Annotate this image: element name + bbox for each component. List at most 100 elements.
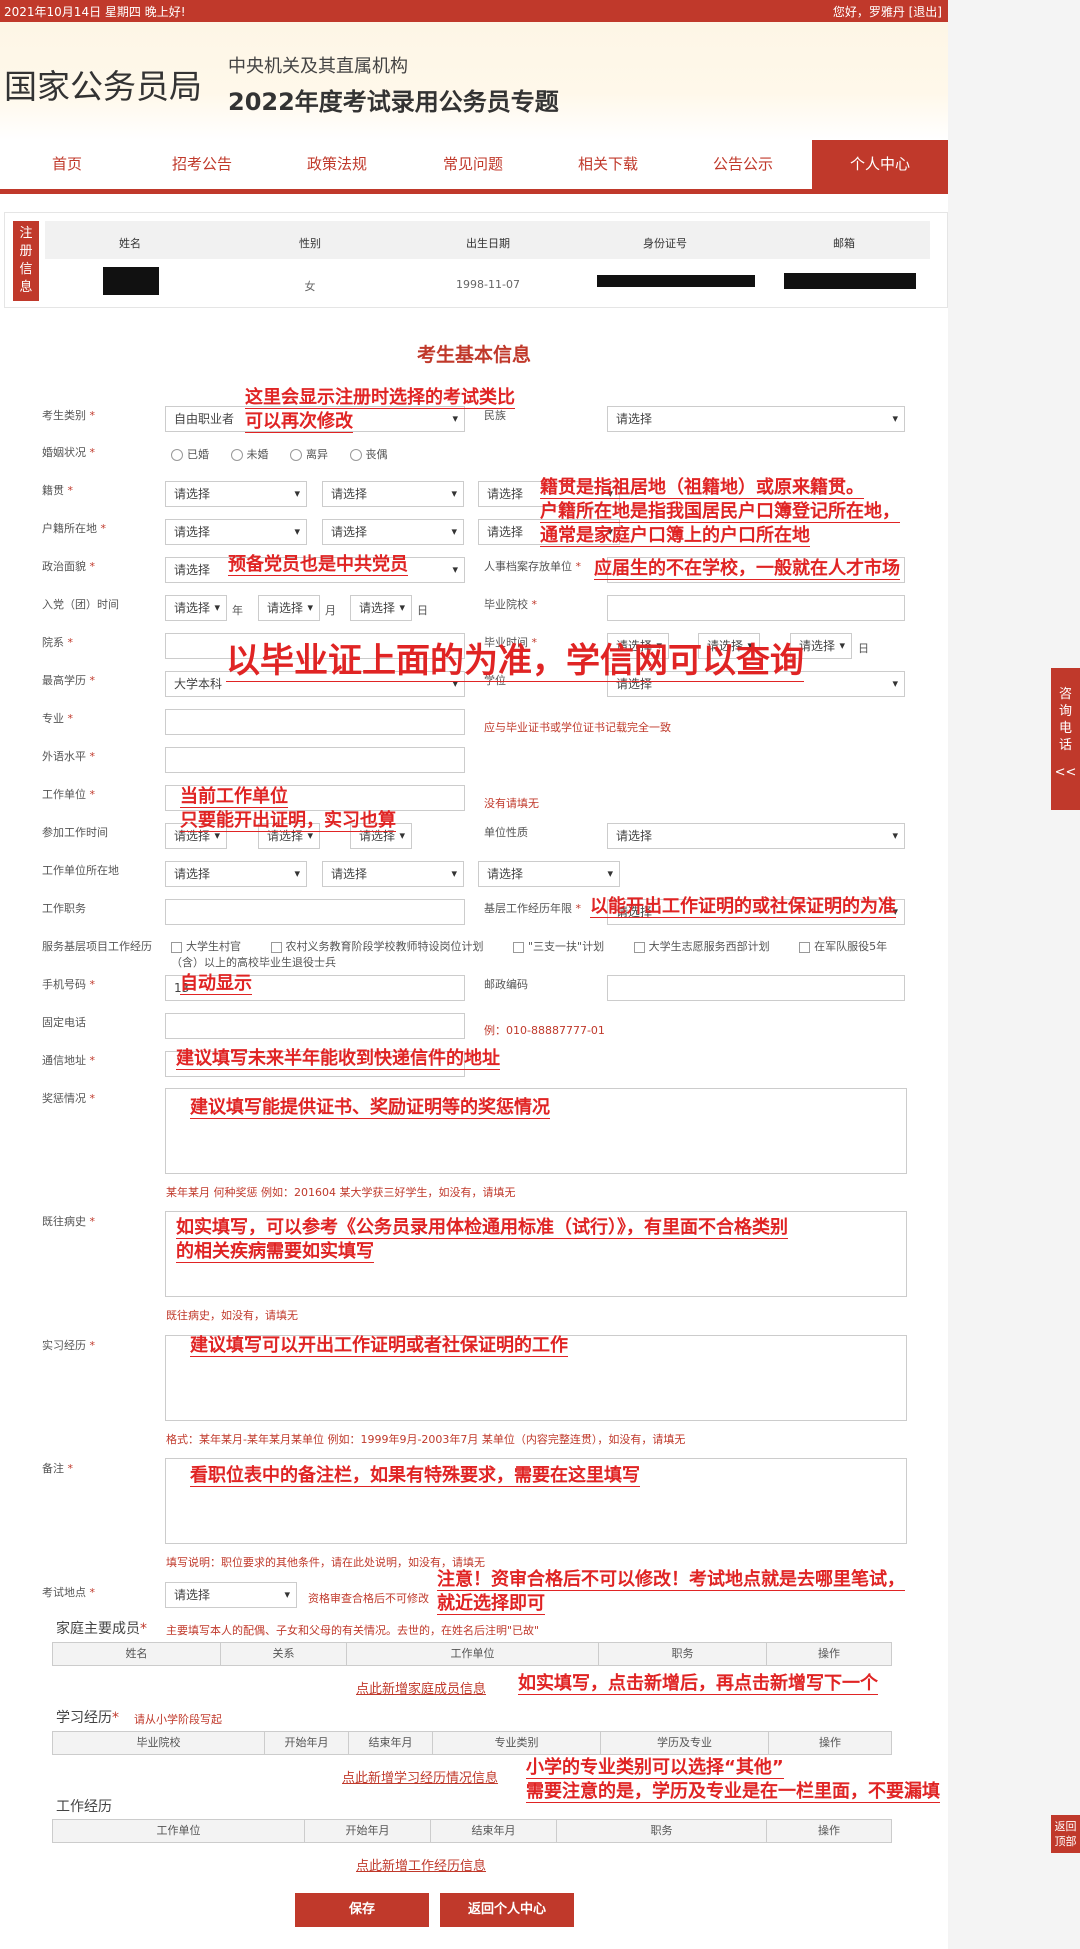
label-work-start: 参加工作时间 xyxy=(42,826,108,839)
label-rewards: 奖惩情况 * xyxy=(42,1092,95,1105)
family-col-relation: 关系 xyxy=(221,1643,347,1665)
nav-announcements[interactable]: 招考公告 xyxy=(147,140,257,189)
check-three-supports[interactable] xyxy=(513,941,524,953)
native-city-select[interactable]: 请选择 xyxy=(322,481,464,507)
col-birth: 出生日期 xyxy=(466,237,510,250)
label-school: 毕业院校 * xyxy=(484,598,537,611)
employer-province-select[interactable]: 请选择 xyxy=(165,861,307,887)
employer-city-select[interactable]: 请选择 xyxy=(322,861,464,887)
back-to-center-button[interactable]: 返回个人中心 xyxy=(440,1893,574,1927)
label-language: 外语水平 * xyxy=(42,750,95,763)
study-table-header: 毕业院校 开始年月 结束年月 专业类别 学历及专业 操作 xyxy=(52,1731,892,1755)
party-day-select[interactable]: 请选择 xyxy=(350,595,412,621)
section-title: 考生基本信息 xyxy=(416,344,531,366)
check-veteran[interactable] xyxy=(799,941,811,953)
registration-info: 注册信息 姓名 性别 出生日期 身份证号 邮箱 女 1998-11-07 xyxy=(4,212,948,308)
family-col-employer: 工作单位 xyxy=(347,1643,599,1665)
radio-unmarried[interactable] xyxy=(230,449,243,461)
study-col-action: 操作 xyxy=(819,1736,841,1749)
user-greeting[interactable]: 您好，罗雅丹 [退出] xyxy=(833,3,942,20)
rewards-hint: 某年某月 何种奖惩 例如：201604 某大学获三好学生，如没有，请填无 xyxy=(166,1186,516,1199)
label-department: 院系 * xyxy=(42,636,73,649)
check-volunteer-west[interactable] xyxy=(633,941,645,953)
annotation-mobile: 自动显示 xyxy=(180,973,252,995)
label-postcode: 邮政编码 xyxy=(484,978,528,991)
employer-county-select[interactable]: 请选择 xyxy=(478,861,620,887)
label-major: 专业 * xyxy=(42,712,73,725)
nav-faq[interactable]: 常见问题 xyxy=(418,140,528,189)
work-col-start: 开始年月 xyxy=(305,1820,431,1842)
party-month-select[interactable]: 请选择 xyxy=(258,595,320,621)
nav-notices[interactable]: 公告公示 xyxy=(688,140,798,189)
add-work-link[interactable]: 点此新增工作经历信息 xyxy=(356,1855,486,1874)
consult-label: 咨询电话 xyxy=(1059,687,1073,753)
household-city-select[interactable]: 请选择 xyxy=(322,519,464,545)
landline-hint: 例：010-88887777-01 xyxy=(484,1024,605,1037)
annotation-exam-site: 注意！资审合格后不可以修改！考试地点就是去哪里笔试， 就近选择即可 xyxy=(437,1569,905,1615)
col-id: 身份证号 xyxy=(643,237,687,250)
family-col-position: 职务 xyxy=(599,1643,767,1665)
annotation-education: 以毕业证上面的为准，学信网可以查询 xyxy=(226,641,804,682)
radio-widowed[interactable] xyxy=(349,449,362,461)
collapse-arrow-icon[interactable]: << xyxy=(1051,764,1080,781)
school-input[interactable] xyxy=(607,595,905,621)
annotation-study: 小学的专业类别可以选择“其他” 需要注意的是，学历及专业是在一栏里面，不要漏填 xyxy=(526,1757,940,1803)
label-landline: 固定电话 xyxy=(42,1016,86,1029)
major-hint: 应与毕业证书或学位证书记载完全一致 xyxy=(484,721,671,734)
unit-day: 日 xyxy=(417,604,428,617)
back-to-top-label: 返回顶部 xyxy=(1054,1820,1077,1848)
label-candidate-type: 考生类别 * xyxy=(42,409,95,422)
language-input[interactable] xyxy=(165,747,465,773)
add-family-link[interactable]: 点此新增家庭成员信息 xyxy=(356,1678,486,1697)
study-title: 学习经历* xyxy=(56,1710,119,1726)
birth-value: 1998-11-07 xyxy=(456,278,520,291)
family-col-action: 操作 xyxy=(818,1647,840,1660)
date-text: 2021年10月14日 星期四 晚上好! xyxy=(4,5,186,19)
annotation-medical: 如实填写，可以参考《公务员录用体检通用标准（试行）》，有里面不合格类别 的相关疾病… xyxy=(176,1217,788,1263)
back-to-top-button[interactable]: 返回顶部 xyxy=(1051,1815,1080,1853)
work-col-employer: 工作单位 xyxy=(53,1820,305,1842)
org-type-select[interactable]: 请选择 xyxy=(607,823,905,849)
unit-month: 月 xyxy=(325,604,336,617)
label-grassroots-years: 基层工作经历年限 * xyxy=(484,902,581,915)
label-service-project: 服务基层项目工作经历 xyxy=(42,940,152,953)
label-employer-location: 工作单位所在地 xyxy=(42,864,119,877)
add-study-link[interactable]: 点此新增学习经历情况信息 xyxy=(342,1767,498,1786)
family-note: 主要填写本人的配偶、子女和父母的有关情况。去世的，在姓名后注明"已故" xyxy=(166,1624,540,1637)
nav-personal-center[interactable]: 个人中心 xyxy=(812,140,948,189)
study-note: 请从小学阶段写起 xyxy=(134,1713,222,1726)
landline-input[interactable] xyxy=(165,1013,465,1039)
native-province-select[interactable]: 请选择 xyxy=(165,481,307,507)
label-employer: 工作单位 * xyxy=(42,788,95,801)
check-rural-teacher[interactable] xyxy=(270,941,282,953)
label-org-type: 单位性质 xyxy=(484,826,528,839)
check-village-official[interactable] xyxy=(171,941,182,953)
work-table-header: 工作单位 开始年月 结束年月 职务 操作 xyxy=(52,1819,892,1843)
main-content: 2021年10月14日 星期四 晚上好! 您好，罗雅丹 [退出] 国家公务员局 … xyxy=(0,0,948,1949)
party-year-select[interactable]: 请选择 xyxy=(165,595,227,621)
annotation-rewards: 建议填写能提供证书、奖励证明等的奖惩情况 xyxy=(190,1097,550,1119)
name-redacted xyxy=(103,267,159,295)
header-subtitle: 中央机关及其直属机构 xyxy=(228,56,408,77)
study-col-school: 毕业院校 xyxy=(53,1732,265,1754)
radio-married[interactable] xyxy=(171,449,183,461)
household-province-select[interactable]: 请选择 xyxy=(165,519,307,545)
study-col-category: 专业类别 xyxy=(433,1732,601,1754)
nav-downloads[interactable]: 相关下载 xyxy=(553,140,663,189)
nav-policies[interactable]: 政策法规 xyxy=(282,140,392,189)
exam-site-select[interactable]: 请选择 xyxy=(165,1582,297,1608)
postcode-input[interactable] xyxy=(607,975,905,1001)
major-input[interactable] xyxy=(165,709,465,735)
nav-home[interactable]: 首页 xyxy=(12,140,122,189)
job-title-input[interactable] xyxy=(165,899,465,925)
save-button[interactable]: 保存 xyxy=(295,1893,429,1927)
ethnicity-select[interactable]: 请选择 xyxy=(607,406,905,432)
consult-phone-tab[interactable]: 咨询电话 << xyxy=(1051,668,1080,810)
annotation-party: 预备党员也是中共党员 xyxy=(228,554,408,576)
family-title: 家庭主要成员* xyxy=(56,1621,147,1637)
main-nav: 首页 招考公告 政策法规 常见问题 相关下载 公告公示 个人中心 xyxy=(0,140,948,194)
site-title[interactable]: 国家公务员局 xyxy=(4,60,202,108)
internship-hint: 格式：某年某月-某年某月某单位 例如：1999年9月-2003年7月 某单位（内… xyxy=(166,1433,686,1446)
radio-divorced[interactable] xyxy=(290,449,302,461)
work-col-action: 操作 xyxy=(818,1824,840,1837)
